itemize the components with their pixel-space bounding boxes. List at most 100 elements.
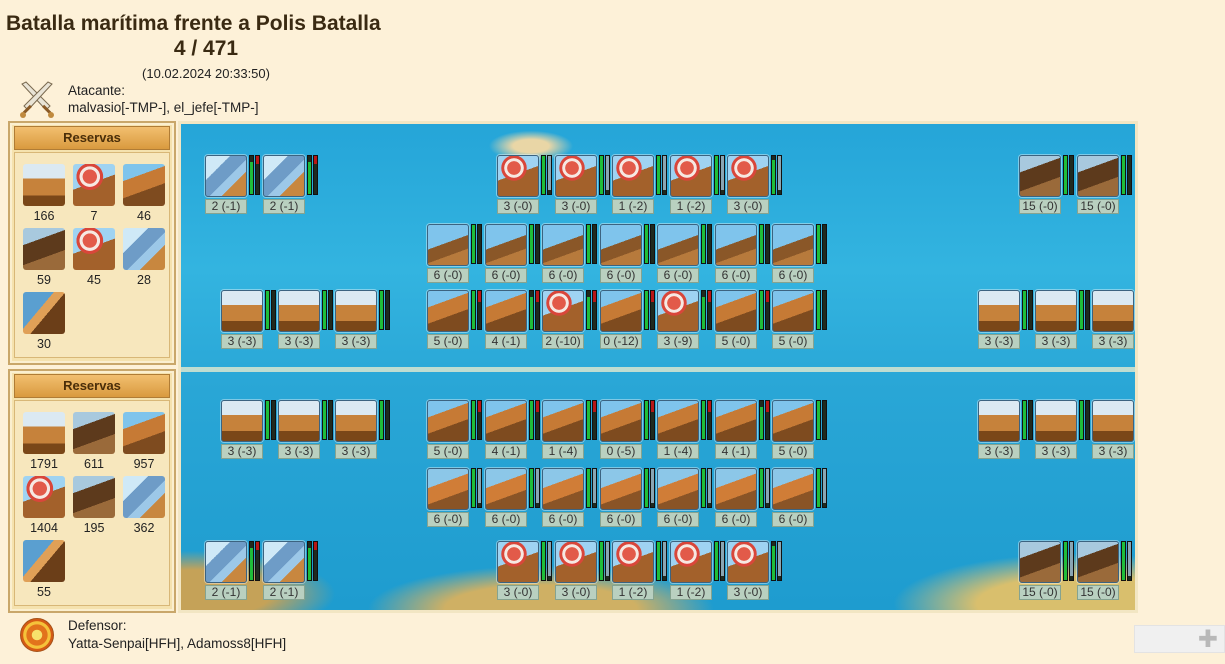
- defender-unit-front[interactable]: 4 (-1): [485, 400, 547, 464]
- attacker-unit-support[interactable]: 1 (-2): [670, 155, 732, 219]
- attacker-unit-long_range[interactable]: 6 (-0): [542, 224, 604, 288]
- attacker-unit-long_range[interactable]: 6 (-0): [772, 224, 834, 288]
- attacker-unit-long_range[interactable]: 6 (-0): [427, 224, 489, 288]
- attacker-unit-front[interactable]: 3 (-3): [978, 290, 1040, 354]
- attacker-unit-support[interactable]: 2 (-1): [263, 155, 325, 219]
- health-bar: [586, 224, 591, 264]
- health-bar: [759, 400, 764, 440]
- defender-unit-long_range[interactable]: 6 (-0): [715, 468, 777, 532]
- battlefield-sea: 2 (-1) 2 (-1) 3 (-0) 3 (-0) 1 (-2) 1 (-2) 3 (-…: [178, 121, 1138, 613]
- defender-unit-front[interactable]: 3 (-3): [1092, 400, 1138, 464]
- attacker-unit-front[interactable]: 3 (-3): [1092, 290, 1135, 354]
- defender-unit-front[interactable]: 3 (-3): [335, 400, 397, 464]
- defender-unit-long_range[interactable]: 6 (-0): [485, 468, 547, 532]
- reserve-unit[interactable]: 55: [22, 540, 66, 599]
- unit-count-label: 3 (-0): [555, 199, 597, 214]
- attacker-unit-front[interactable]: 5 (-0): [772, 290, 834, 354]
- bireme-ship-icon: [123, 476, 165, 518]
- reserve-unit[interactable]: 46: [122, 164, 166, 223]
- ram-ship-icon: [715, 290, 757, 332]
- unit-count-label: 3 (-0): [497, 585, 539, 600]
- defender-unit-front[interactable]: 3 (-3): [1035, 400, 1097, 464]
- reserve-unit[interactable]: 1791: [22, 412, 66, 471]
- defender-unit-support[interactable]: 2 (-1): [263, 541, 325, 605]
- attacker-unit-front[interactable]: 5 (-0): [715, 290, 777, 354]
- attacker-unit-front[interactable]: 3 (-3): [1035, 290, 1097, 354]
- defender-unit-front[interactable]: 3 (-3): [978, 400, 1040, 464]
- defender-unit-support[interactable]: 2 (-1): [205, 541, 267, 605]
- reserve-unit[interactable]: 195: [72, 476, 116, 535]
- defender-unit-front[interactable]: 1 (-4): [542, 400, 604, 464]
- attacker-unit-front[interactable]: 2 (-10): [542, 290, 604, 354]
- defender-reserves-title: Reservas: [14, 374, 170, 398]
- reserve-unit[interactable]: 30: [22, 292, 66, 351]
- defender-unit-front[interactable]: 5 (-0): [772, 400, 834, 464]
- health-bar: [529, 468, 534, 508]
- health-bar: [644, 400, 649, 440]
- reserve-count: 45: [87, 273, 101, 287]
- reserve-unit[interactable]: 166: [22, 164, 66, 223]
- attacker-unit-long_range[interactable]: 6 (-0): [715, 224, 777, 288]
- reserve-unit[interactable]: 957: [122, 412, 166, 471]
- ammo-bar: [255, 541, 260, 581]
- defender-unit-support[interactable]: 3 (-0): [555, 541, 617, 605]
- attacker-unit-support[interactable]: 3 (-0): [727, 155, 789, 219]
- reserve-unit[interactable]: 362: [122, 476, 166, 535]
- health-bar: [714, 155, 719, 195]
- attacker-reserves-title: Reservas: [14, 126, 170, 150]
- extension-widget[interactable]: ✚: [1134, 625, 1225, 653]
- attacker-unit-support[interactable]: 3 (-0): [555, 155, 617, 219]
- defender-unit-front[interactable]: 3 (-3): [221, 400, 283, 464]
- attacker-unit-front[interactable]: 0 (-12): [600, 290, 662, 354]
- attacker-unit-front[interactable]: 3 (-3): [221, 290, 283, 354]
- attacker-unit-long_range[interactable]: 6 (-0): [485, 224, 547, 288]
- defender-unit-support[interactable]: 15 (-0): [1019, 541, 1081, 605]
- attacker-unit-support[interactable]: 2 (-1): [205, 155, 267, 219]
- ammo-bar: [765, 290, 770, 330]
- defender-unit-long_range[interactable]: 6 (-0): [427, 468, 489, 532]
- defender-unit-long_range[interactable]: 6 (-0): [657, 468, 719, 532]
- attacker-unit-front[interactable]: 3 (-3): [335, 290, 397, 354]
- health-bar: [701, 468, 706, 508]
- reserve-unit[interactable]: 59: [22, 228, 66, 287]
- attacker-unit-support[interactable]: 3 (-0): [497, 155, 559, 219]
- balista-ship-icon: [497, 155, 539, 197]
- reserve-unit[interactable]: 611: [72, 412, 116, 471]
- attacker-unit-long_range[interactable]: 6 (-0): [600, 224, 662, 288]
- defender-unit-front[interactable]: 4 (-1): [715, 400, 777, 464]
- attacker-unit-support[interactable]: 15 (-0): [1077, 155, 1135, 219]
- defender-unit-long_range[interactable]: 6 (-0): [600, 468, 662, 532]
- defender-unit-front[interactable]: 5 (-0): [427, 400, 489, 464]
- attacker-unit-front[interactable]: 4 (-1): [485, 290, 547, 354]
- health-bar: [1136, 400, 1138, 440]
- attacker-players[interactable]: malvasio[-TMP-], el_jefe[-TMP-]: [68, 100, 259, 115]
- ram-ship-icon: [600, 400, 642, 442]
- attacker-unit-front[interactable]: 5 (-0): [427, 290, 489, 354]
- defender-unit-support[interactable]: 15 (-0): [1077, 541, 1135, 605]
- reserve-unit[interactable]: 45: [72, 228, 116, 287]
- defender-unit-long_range[interactable]: 6 (-0): [542, 468, 604, 532]
- defender-unit-support[interactable]: 1 (-2): [612, 541, 674, 605]
- defender-players[interactable]: Yatta-Senpai[HFH], Adamoss8[HFH]: [68, 636, 286, 651]
- reserve-unit[interactable]: 1404: [22, 476, 66, 535]
- reserve-unit[interactable]: 28: [122, 228, 166, 287]
- health-bar: [644, 468, 649, 508]
- defender-unit-long_range[interactable]: 6 (-0): [772, 468, 834, 532]
- defender-unit-front[interactable]: 1 (-4): [657, 400, 719, 464]
- ammo-bar: [1028, 400, 1033, 440]
- attacker-unit-support[interactable]: 15 (-0): [1019, 155, 1081, 219]
- defender-unit-support[interactable]: 3 (-0): [727, 541, 789, 605]
- attacker-unit-support[interactable]: 1 (-2): [612, 155, 674, 219]
- defender-unit-support[interactable]: 1 (-2): [670, 541, 732, 605]
- defender-unit-support[interactable]: 3 (-0): [497, 541, 559, 605]
- defender-unit-front[interactable]: 3 (-3): [278, 400, 340, 464]
- ammo-bar: [707, 290, 712, 330]
- attacker-unit-long_range[interactable]: 6 (-0): [657, 224, 719, 288]
- unit-count-label: 3 (-3): [1092, 444, 1134, 459]
- defender-unit-front[interactable]: 0 (-5): [600, 400, 662, 464]
- unit-count-label: 3 (-0): [727, 585, 769, 600]
- reserve-unit[interactable]: 7: [72, 164, 116, 223]
- unit-count-label: 15 (-0): [1077, 199, 1119, 214]
- attacker-unit-front[interactable]: 3 (-3): [278, 290, 340, 354]
- attacker-unit-front[interactable]: 3 (-9): [657, 290, 719, 354]
